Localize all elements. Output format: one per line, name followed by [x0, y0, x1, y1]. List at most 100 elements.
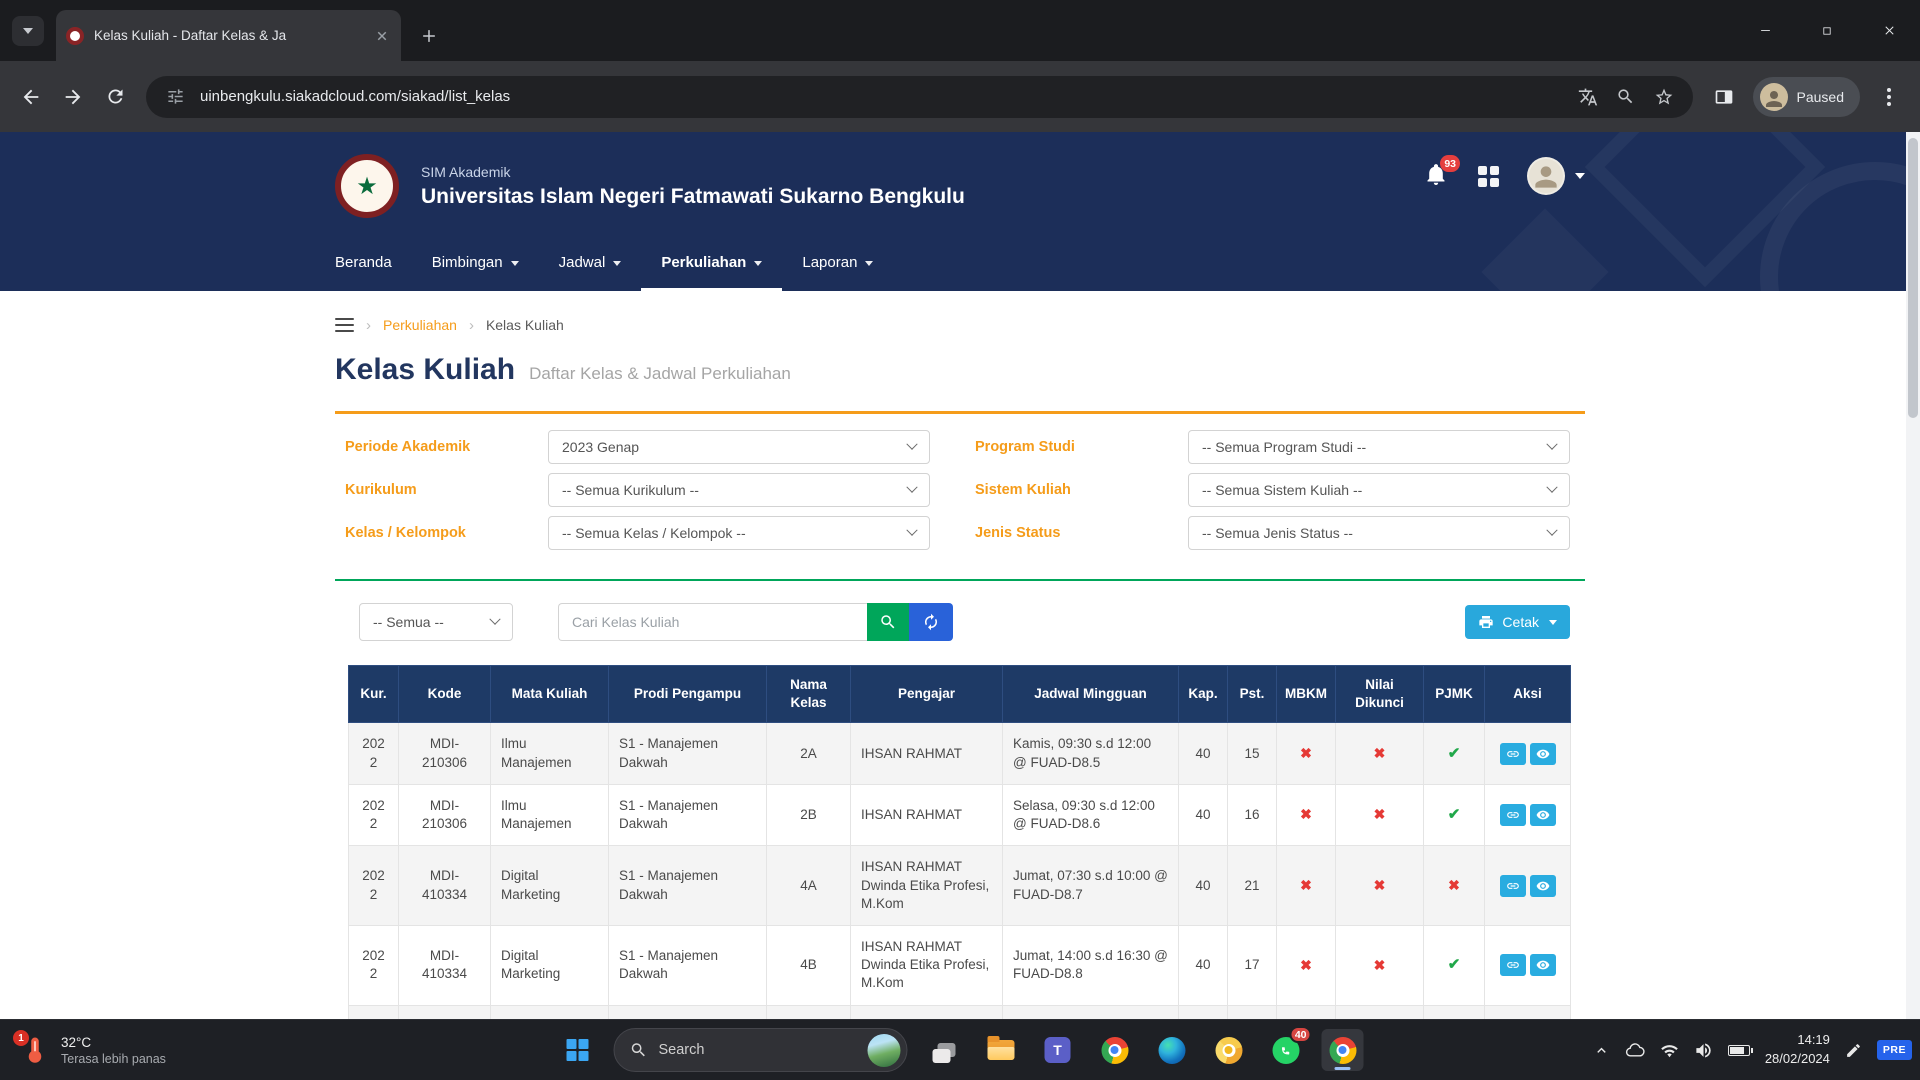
chevron-down-icon: [754, 261, 762, 266]
nav-item-jadwal[interactable]: Jadwal: [539, 237, 642, 291]
section-divider: [335, 579, 1585, 581]
notification-badge: 93: [1440, 155, 1460, 172]
cell-jadwal-mingguan: Kamis, 09:30 s.d 12:00 @ FUAD-D8.5: [1003, 723, 1179, 784]
filter-select-kelas-kelompok[interactable]: -- Semua Kelas / Kelompok --: [548, 516, 930, 550]
nav-item-bimbingan[interactable]: Bimbingan: [412, 237, 539, 291]
file-explorer-button[interactable]: [980, 1029, 1022, 1071]
search-input[interactable]: [558, 603, 867, 641]
cross-icon: ✖: [1300, 806, 1312, 822]
taskbar: 1 32°C Terasa lebih panas Search: [0, 1019, 1920, 1080]
chevron-down-icon: [865, 261, 873, 266]
volume-icon[interactable]: [1694, 1041, 1713, 1060]
wifi-icon[interactable]: [1660, 1041, 1679, 1060]
window-close-button[interactable]: [1858, 0, 1920, 61]
task-view-button[interactable]: [923, 1029, 965, 1071]
nav-item-perkuliahan[interactable]: Perkuliahan: [641, 237, 782, 291]
site-info-icon[interactable]: [162, 84, 188, 110]
view-button[interactable]: [1530, 954, 1556, 976]
chevron-down-icon: [1546, 439, 1557, 450]
cell-nilai-dikunci: ✖: [1336, 784, 1424, 845]
nav-item-beranda[interactable]: Beranda: [315, 237, 412, 291]
clock[interactable]: 14:19 28/02/2024: [1765, 1031, 1830, 1069]
browser-tab[interactable]: Kelas Kuliah - Daftar Kelas & Ja: [56, 10, 401, 61]
column-header-jadwal-mingguan: Jadwal Mingguan: [1003, 666, 1179, 723]
link-button[interactable]: [1500, 804, 1526, 826]
address-bar[interactable]: uinbengkulu.siakadcloud.com/siakad/list_…: [146, 76, 1693, 118]
filter-select-program-studi[interactable]: -- Semua Program Studi --: [1188, 430, 1570, 464]
print-button[interactable]: Cetak: [1465, 605, 1570, 639]
breadcrumb-perkuliahan[interactable]: Perkuliahan: [383, 317, 457, 333]
pengajar-name: IHSAN RAHMAT: [861, 938, 992, 956]
profile-button[interactable]: Paused: [1753, 77, 1860, 117]
onedrive-icon[interactable]: [1625, 1040, 1645, 1060]
chrome-canary-button[interactable]: [1208, 1029, 1250, 1071]
selected-value: -- Semua --: [373, 614, 444, 630]
tab-search-button[interactable]: [12, 16, 44, 46]
apps-grid-button[interactable]: [1478, 166, 1499, 187]
filter-select-jenis-status[interactable]: -- Semua Jenis Status --: [1188, 516, 1570, 550]
side-panel-button[interactable]: [1703, 76, 1745, 118]
edge-button[interactable]: [1151, 1029, 1193, 1071]
nav-item-label: Perkuliahan: [661, 254, 746, 271]
search-button[interactable]: [867, 603, 909, 641]
refresh-button[interactable]: [909, 603, 953, 641]
profile-status-label: Paused: [1797, 89, 1844, 105]
whatsapp-button[interactable]: 40: [1265, 1029, 1307, 1071]
cross-icon: ✖: [1300, 957, 1312, 973]
view-button[interactable]: [1530, 743, 1556, 765]
tab-close-icon[interactable]: [373, 27, 391, 45]
cell-jadwal-mingguan: Jumat, 14:00 s.d 16:30 @ FUAD-D8.8: [1003, 925, 1179, 1005]
translate-icon[interactable]: [1575, 84, 1601, 110]
filter-grid: Periode Akademik2023 GenapProgram Studi-…: [335, 430, 1585, 550]
filter-select-kurikulum[interactable]: -- Semua Kurikulum --: [548, 473, 930, 507]
chrome-active-button[interactable]: [1322, 1029, 1364, 1071]
university-name: Universitas Islam Negeri Fatmawati Sukar…: [421, 185, 965, 209]
window-minimize-button[interactable]: [1734, 0, 1796, 61]
main-nav: BerandaBimbinganJadwal Perkuliahan Laporan: [315, 237, 893, 291]
teams-icon: [1045, 1037, 1071, 1063]
taskbar-search[interactable]: Search: [614, 1028, 908, 1072]
pengajar-name: IHSAN RAHMAT: [861, 858, 992, 876]
breadcrumb-separator: ›: [366, 317, 371, 334]
cell-kap: 40: [1179, 846, 1228, 926]
column-header-kur: Kur.: [349, 666, 399, 723]
forward-button[interactable]: [52, 76, 94, 118]
user-menu-button[interactable]: [1527, 157, 1585, 195]
scope-select[interactable]: -- Semua --: [359, 603, 513, 641]
task-view-icon: [932, 1040, 956, 1060]
cell-pengajar: IHSAN RAHMATDwinda Etika Profesi, M.Kom: [851, 925, 1003, 1005]
link-button[interactable]: [1500, 875, 1526, 897]
filter-select-sistem-kuliah[interactable]: -- Semua Sistem Kuliah --: [1188, 473, 1570, 507]
nav-item-laporan[interactable]: Laporan: [782, 237, 893, 291]
menu-icon[interactable]: [335, 318, 354, 333]
weather-widget[interactable]: 1 32°C Terasa lebih panas: [8, 1020, 178, 1080]
cell-mata-kuliah: Ilmu Manajemen: [491, 784, 609, 845]
new-tab-button[interactable]: [415, 22, 443, 50]
browser-menu-button[interactable]: [1868, 76, 1910, 118]
notifications-button[interactable]: 93: [1424, 163, 1450, 189]
start-button[interactable]: [557, 1029, 599, 1071]
bookmark-star-icon[interactable]: [1651, 84, 1677, 110]
column-header-kap: Kap.: [1179, 666, 1228, 723]
back-button[interactable]: [10, 76, 52, 118]
search-lens-icon[interactable]: [1613, 84, 1639, 110]
window-maximize-button[interactable]: [1796, 0, 1858, 61]
chrome-button[interactable]: [1094, 1029, 1136, 1071]
teams-button[interactable]: [1037, 1029, 1079, 1071]
filter-label-periode-akademik: Periode Akademik: [335, 439, 548, 455]
screen: Kelas Kuliah - Daftar Kelas & Ja: [0, 0, 1920, 1080]
view-button[interactable]: [1530, 804, 1556, 826]
cell-kode: MDI-410334: [399, 846, 491, 926]
battery-icon[interactable]: [1728, 1045, 1750, 1056]
pen-menu-icon[interactable]: [1845, 1042, 1862, 1059]
filter-select-periode-akademik[interactable]: 2023 Genap: [548, 430, 930, 464]
scrollbar-thumb[interactable]: [1908, 138, 1918, 418]
link-button[interactable]: [1500, 954, 1526, 976]
tray-overflow-button[interactable]: [1593, 1042, 1610, 1059]
reload-button[interactable]: [94, 76, 136, 118]
view-button[interactable]: [1530, 875, 1556, 897]
cell-kur: 2022: [349, 723, 399, 784]
pengajar-name: Dwinda Etika Profesi, M.Kom: [861, 956, 992, 992]
link-button[interactable]: [1500, 743, 1526, 765]
page-scrollbar[interactable]: [1906, 132, 1920, 1019]
